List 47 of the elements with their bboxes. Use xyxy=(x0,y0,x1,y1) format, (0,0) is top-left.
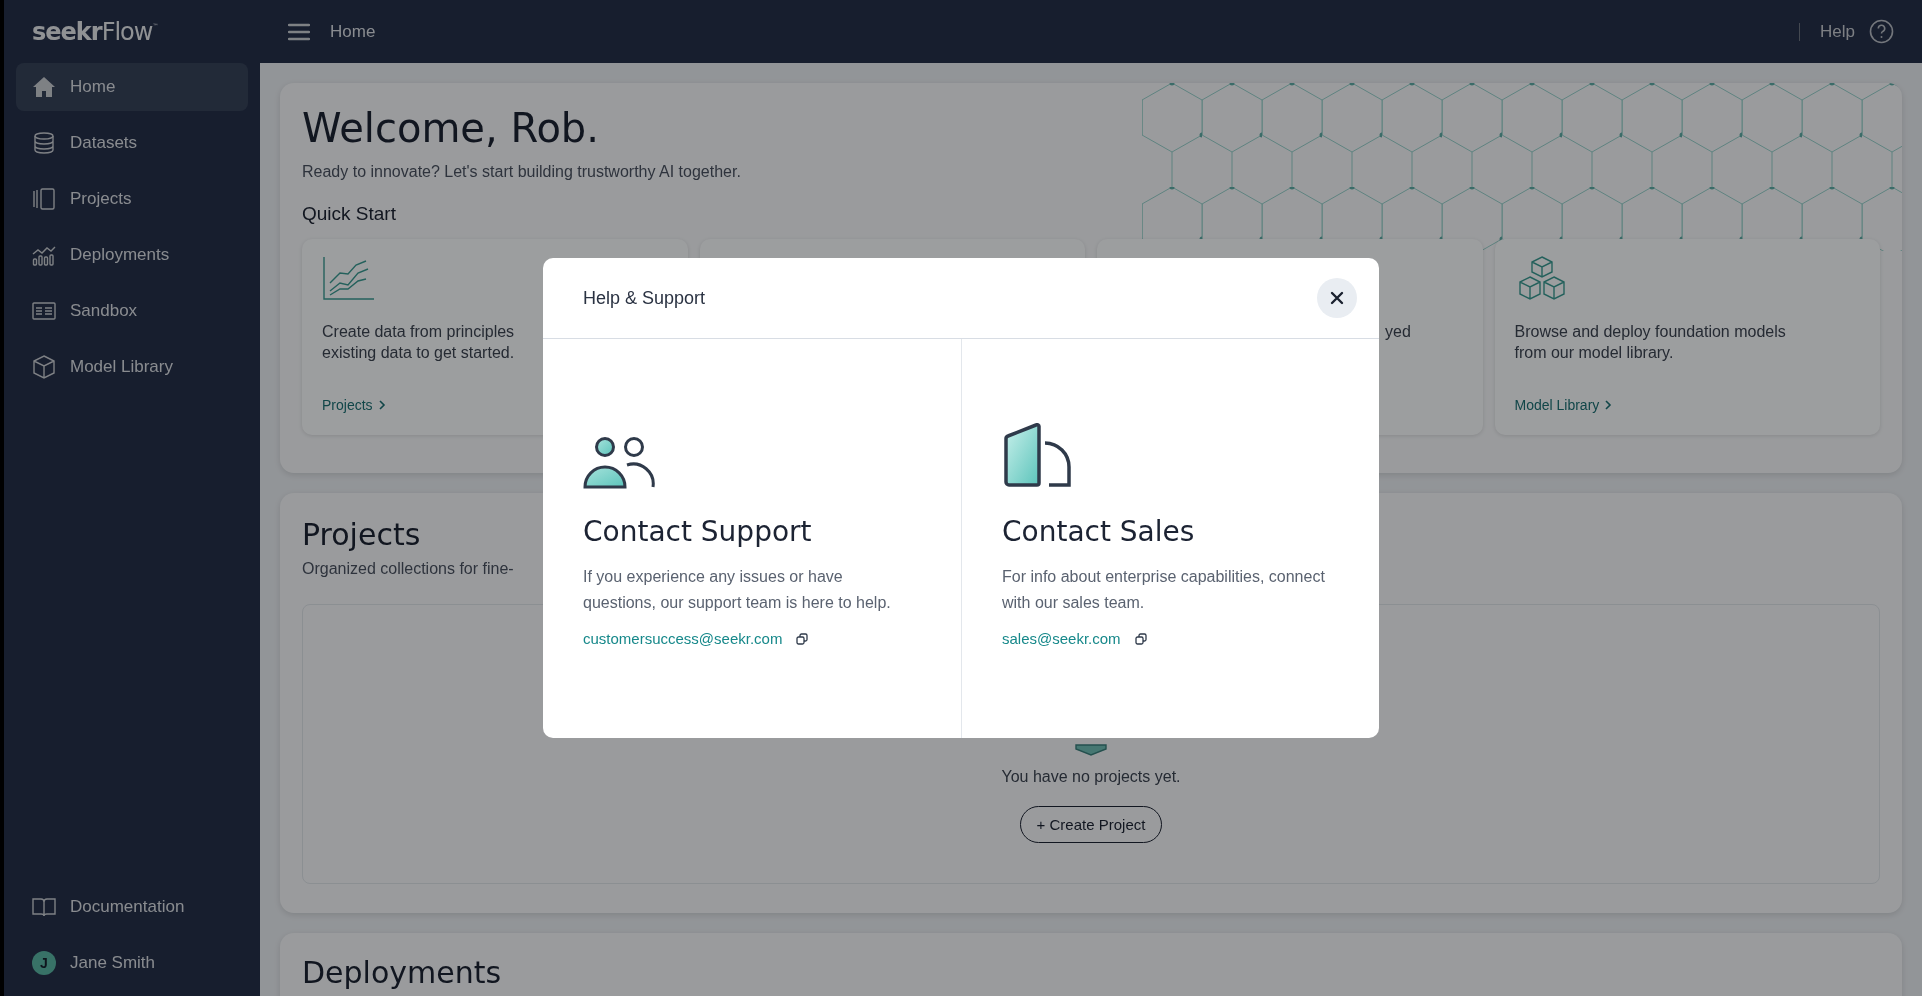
section-heading: Projects xyxy=(302,517,421,552)
contact-heading: Contact Support xyxy=(583,515,813,548)
chevron-right-icon xyxy=(378,400,386,410)
menu-icon[interactable] xyxy=(288,22,310,41)
card-description: Browse and deploy foundation models from our model library. xyxy=(1514,322,1787,363)
card-description: yed xyxy=(1385,322,1412,342)
contact-heading: Contact Sales xyxy=(1002,515,1196,548)
user-avatar: J xyxy=(32,951,56,975)
quick-start-card[interactable]: Browse and deploy foundation models from our model library. Model Library xyxy=(1494,239,1880,435)
user-menu[interactable]: J Jane Smith xyxy=(16,939,248,987)
empty-message: You have no projects yet. xyxy=(1001,768,1181,786)
section-subtitle: Organized collections for fine- xyxy=(302,560,514,578)
welcome-subtitle: Ready to innovate? Let's start building trustworthy AI together. xyxy=(302,163,742,181)
documentation-link[interactable]: Documentation xyxy=(16,883,248,931)
seekrflow-logo: seekrFlow$^{™}$ xyxy=(31,16,159,48)
database-icon xyxy=(32,131,56,155)
close-button[interactable] xyxy=(1317,278,1357,318)
help-icon[interactable] xyxy=(1869,19,1894,44)
list-icon xyxy=(32,299,56,323)
sidebar-item[interactable]: Datasets xyxy=(16,119,248,167)
email-link[interactable]: sales@seekr.com xyxy=(1002,630,1121,647)
section-heading: Deployments xyxy=(302,955,502,990)
home-icon xyxy=(32,75,56,99)
book-icon xyxy=(32,897,56,917)
sidebar-item[interactable]: Projects xyxy=(16,175,248,223)
help-link[interactable]: Help xyxy=(1820,21,1855,42)
contact-description: For info about enterprise capabilities, connect with our sales team. xyxy=(1002,567,1326,613)
card-description: Create data from principles existing data to get started. xyxy=(322,322,516,363)
building-icon xyxy=(1002,423,1074,489)
sidebar-item[interactable]: Model Library xyxy=(16,343,248,391)
email-link[interactable]: customersuccess@seekr.com xyxy=(583,630,783,647)
contact-description: If you experience any issues or have questions, our support team is here to help. xyxy=(583,567,892,613)
section-heading: Quick Start xyxy=(302,203,397,225)
welcome-heading: Welcome, Rob. xyxy=(302,105,600,151)
projects-icon xyxy=(32,187,56,211)
card-link[interactable]: Projects xyxy=(322,397,386,413)
page-title: Home xyxy=(330,21,376,42)
sidebar-item[interactable]: Deployments xyxy=(16,231,248,279)
card-link[interactable]: Model Library xyxy=(1514,397,1613,413)
sidebar-item[interactable]: Sandbox xyxy=(16,287,248,335)
close-icon xyxy=(1330,291,1344,305)
people-icon xyxy=(583,437,655,489)
sidebar-item[interactable]: Home xyxy=(16,63,248,111)
copy-icon[interactable] xyxy=(796,632,809,645)
copy-icon[interactable] xyxy=(1134,632,1147,645)
chevron-right-icon xyxy=(1605,400,1613,410)
line-chart-icon xyxy=(322,255,376,301)
